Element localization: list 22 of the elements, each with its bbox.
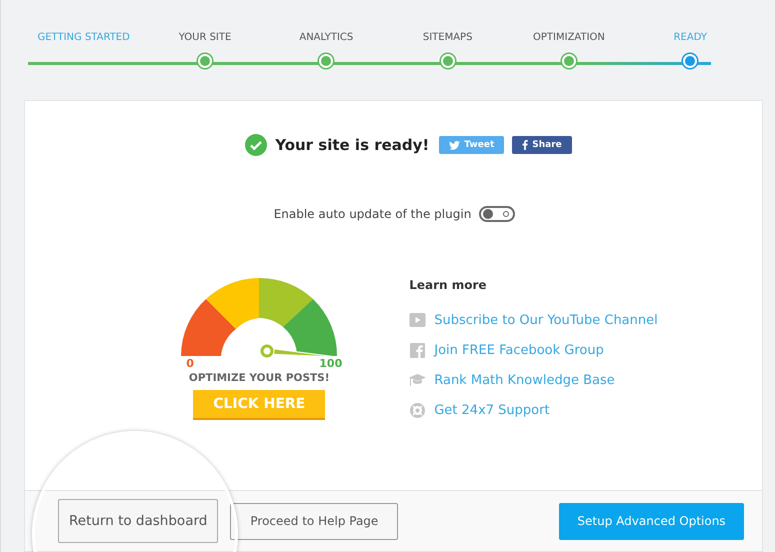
learn-more-link[interactable]: Join FREE Facebook Group [434, 342, 604, 358]
step-label: SITEMAPS [422, 32, 472, 45]
learn-more-link[interactable]: Get 24x7 Support [434, 402, 550, 418]
learn-more-link[interactable]: Subscribe to Our YouTube Channel [434, 312, 658, 328]
share-button[interactable]: Tweet [439, 136, 504, 154]
step-label: READY [674, 32, 707, 45]
share-button[interactable]: Share [512, 136, 572, 154]
step-label: GETTING STARTED [37, 32, 130, 45]
step-label: YOUR SITE [178, 32, 232, 45]
return-button[interactable]: Return to dashboard [58, 499, 218, 543]
ready-heading: Your site is ready! [275, 136, 430, 154]
step-label: ANALYTICS [299, 32, 354, 45]
click-here-button[interactable]: CLICK HERE [193, 390, 326, 420]
gauge-caption: OPTIMIZE YOUR POSTS! [188, 372, 330, 384]
help-page-button[interactable]: Proceed to Help Page [230, 502, 398, 540]
learn-more-link[interactable]: Rank Math Knowledge Base [434, 372, 615, 388]
step-label: OPTIMIZATION [533, 32, 605, 45]
advanced-options-button[interactable]: Setup Advanced Options [559, 502, 744, 540]
auto-update-label: Enable auto update of the plugin [274, 207, 472, 221]
learn-more-title: Learn more [409, 278, 488, 292]
gauge-min-label: 0 [186, 357, 194, 370]
gauge-max-label: 100 [319, 357, 342, 370]
